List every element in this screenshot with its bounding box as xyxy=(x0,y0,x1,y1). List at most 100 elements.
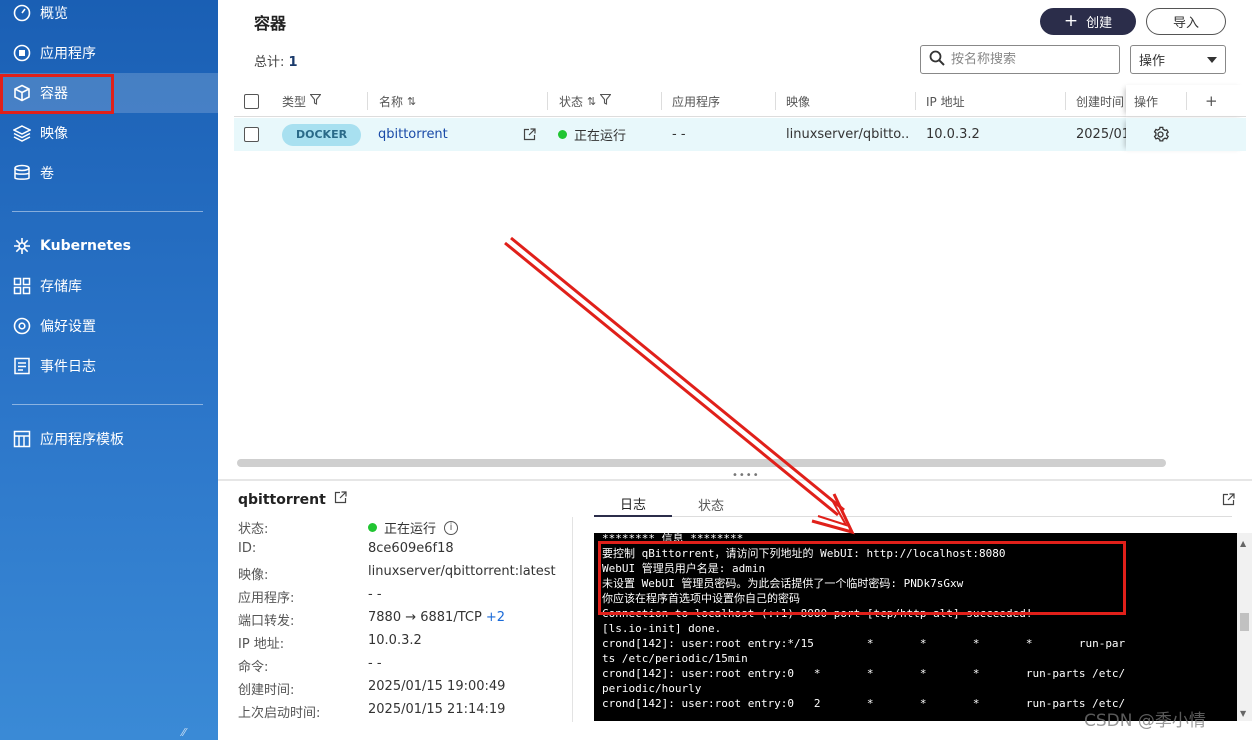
scroll-thumb[interactable] xyxy=(1240,613,1249,631)
open-external-icon[interactable] xyxy=(523,118,536,151)
gear-icon[interactable] xyxy=(1152,126,1169,147)
import-button[interactable]: 导入 xyxy=(1146,8,1226,35)
detail-last-start-value: 2025/01/15 21:14:19 xyxy=(368,702,506,717)
sidebar-item-registry[interactable]: 存储库 xyxy=(0,266,218,306)
more-ports-link[interactable]: +2 xyxy=(486,610,505,625)
sidebar-divider xyxy=(12,211,203,212)
highlight-box xyxy=(598,541,1126,615)
tab-status[interactable]: 状态 xyxy=(672,491,750,517)
log-line: crond[142]: user:root entry:0 * * * * ru… xyxy=(602,667,1126,680)
running-status-icon xyxy=(558,130,567,139)
column-ip[interactable]: IP 地址 xyxy=(926,85,965,117)
sidebar-item-label: 映像 xyxy=(40,126,68,142)
sidebar-divider xyxy=(12,404,203,405)
info-icon[interactable]: i xyxy=(444,520,459,535)
detail-label: 命令: xyxy=(238,660,269,675)
app-cell: - - xyxy=(672,127,686,142)
operations-dropdown[interactable]: 操作 xyxy=(1130,45,1226,74)
settings-icon xyxy=(12,316,32,336)
tab-logs[interactable]: 日志 xyxy=(594,491,672,517)
detail-image-value: linuxserver/qbittorrent:latest xyxy=(368,564,556,579)
sidebar-item-label: Kubernetes xyxy=(40,238,131,254)
sort-icon[interactable]: ⇅ xyxy=(407,95,416,108)
column-name[interactable]: 名称 ⇅ xyxy=(379,85,416,117)
detail-divider xyxy=(572,517,573,722)
plus-icon: + xyxy=(1063,11,1079,31)
image-cell: linuxserver/qbitto... xyxy=(786,127,910,142)
sidebar-item-preferences[interactable]: 偏好设置 xyxy=(0,306,218,346)
column-type[interactable]: 类型 xyxy=(282,85,322,117)
sidebar-item-event-log[interactable]: 事件日志 xyxy=(0,346,218,386)
highlight-box xyxy=(0,74,114,114)
search-box[interactable] xyxy=(920,45,1120,74)
sidebar-item-label: 应用程序 xyxy=(40,46,96,62)
detail-label: 映像: xyxy=(238,568,269,583)
sidebar-item-kubernetes[interactable]: Kubernetes xyxy=(0,226,218,266)
scroll-up-icon[interactable]: ▲ xyxy=(1240,539,1246,548)
sidebar-item-overview[interactable]: 概览 xyxy=(0,0,218,33)
search-input[interactable] xyxy=(951,52,1111,67)
detail-label: 端口转发: xyxy=(238,614,295,629)
type-badge: DOCKER xyxy=(282,123,362,146)
select-all-checkbox[interactable] xyxy=(244,85,259,117)
log-scrollbar[interactable]: ▲ ▼ xyxy=(1237,533,1252,721)
detail-label: 状态: xyxy=(238,522,269,537)
layers-icon xyxy=(12,123,32,143)
filter-icon[interactable] xyxy=(599,93,612,108)
drag-handle-icon[interactable]: •••• xyxy=(732,470,760,481)
column-status[interactable]: 状态 ⇅ xyxy=(559,85,612,117)
sidebar-item-label: 卷 xyxy=(40,166,54,182)
sidebar-item-images[interactable]: 映像 xyxy=(0,113,218,153)
add-column-icon[interactable]: + xyxy=(1205,85,1218,117)
row-checkbox[interactable] xyxy=(244,118,259,151)
helm-icon xyxy=(12,236,32,256)
sticky-ops-column: 操作 + xyxy=(1126,85,1246,152)
scroll-down-icon[interactable]: ▼ xyxy=(1240,709,1246,718)
sort-icon[interactable]: ⇅ xyxy=(587,95,596,108)
resize-grip-icon[interactable]: ⁄⁄ xyxy=(182,726,186,739)
sidebar: 概览 应用程序 容器 映像 卷 Kubernetes 存储库 偏好设置 事件日志… xyxy=(0,0,218,740)
detail-label: 上次启动时间: xyxy=(238,706,321,721)
caret-down-icon xyxy=(1207,52,1217,67)
log-line: [ls.io-init] done. xyxy=(602,622,722,635)
popout-icon[interactable] xyxy=(1222,491,1235,510)
column-app[interactable]: 应用程序 xyxy=(672,85,720,117)
detail-command-value: - - xyxy=(368,656,382,671)
sidebar-item-label: 事件日志 xyxy=(40,359,96,375)
log-line: periodic/hourly xyxy=(602,682,702,695)
column-ops: 操作 xyxy=(1134,94,1159,109)
column-image[interactable]: 映像 xyxy=(786,85,810,117)
page-title: 容器 xyxy=(254,14,287,33)
detail-status-value: 正在运行 i xyxy=(368,518,459,537)
open-external-icon[interactable] xyxy=(334,491,347,508)
total-count: 总计: 1 xyxy=(254,51,298,70)
search-icon xyxy=(929,50,945,70)
main-panel: 容器 + 创建 导入 总计: 1 操作 类型 名称 ⇅ 状态 xyxy=(218,0,1252,740)
grid-icon xyxy=(12,276,32,296)
detail-label: 应用程序: xyxy=(238,591,295,606)
table-row[interactable]: DOCKER qbittorrent 正在运行 - - linuxserver/… xyxy=(234,118,1246,151)
create-button[interactable]: + 创建 xyxy=(1040,8,1136,35)
detail-title: qbittorrent xyxy=(238,491,347,508)
running-status-icon xyxy=(368,523,377,532)
table-header: 类型 名称 ⇅ 状态 ⇅ 应用程序 映像 IP 地址 创建时间 xyxy=(234,85,1246,117)
filter-icon[interactable] xyxy=(309,93,322,108)
detail-id-value: 8ce609e6f18 xyxy=(368,541,454,556)
horizontal-scrollbar[interactable] xyxy=(237,459,1166,467)
total-value: 1 xyxy=(288,55,298,70)
operations-dropdown-label: 操作 xyxy=(1139,54,1166,69)
log-icon xyxy=(12,356,32,376)
sidebar-item-app-templates[interactable]: 应用程序模板 xyxy=(0,419,218,459)
sidebar-item-volumes[interactable]: 卷 xyxy=(0,153,218,193)
detail-port-value: 7880 → 6881/TCP +2 xyxy=(368,610,505,625)
log-line: ts /etc/periodic/15min xyxy=(602,652,748,665)
template-icon xyxy=(12,429,32,449)
sidebar-item-label: 应用程序模板 xyxy=(40,432,124,448)
sidebar-item-apps[interactable]: 应用程序 xyxy=(0,33,218,73)
sidebar-item-label: 存储库 xyxy=(40,279,82,295)
status-cell: 正在运行 xyxy=(558,118,626,151)
detail-label: 创建时间: xyxy=(238,683,295,698)
container-name-link[interactable]: qbittorrent xyxy=(378,118,448,151)
column-created[interactable]: 创建时间 xyxy=(1076,85,1124,117)
gauge-icon xyxy=(12,3,32,23)
